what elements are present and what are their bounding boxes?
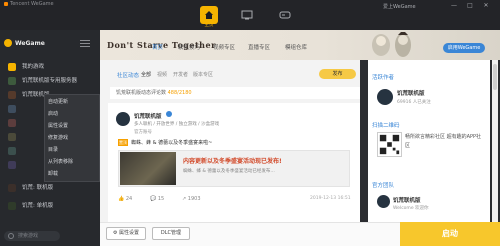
- character-art-icon: [372, 32, 411, 57]
- tab-live[interactable]: 直播专区: [248, 43, 270, 51]
- rail-qr-text: 畅所欲言精彩社区 超有趣的APP社区: [405, 134, 482, 149]
- feed-tab-version[interactable]: 版本专区: [193, 71, 213, 78]
- sidebar-game-label: 我的游戏: [22, 64, 45, 70]
- brand-label: Tencent WeGame: [10, 1, 54, 7]
- home-icon: [205, 11, 213, 19]
- search-icon: [8, 233, 14, 239]
- context-menu-item[interactable]: 目录: [48, 145, 58, 156]
- like-count: 24: [125, 196, 133, 202]
- game-icon: [8, 133, 16, 141]
- sidebar-game-label: 饥荒联机版专用服务器: [22, 78, 78, 84]
- game-icon: [8, 161, 16, 169]
- rail-team-sub: Welcome 欢迎你: [393, 206, 429, 211]
- rail-follow-title: 活跃作者: [372, 75, 395, 81]
- post-headline[interactable]: 蜘蛛、蜂 & 德蕾以及冬季盛宴来啦~: [131, 139, 212, 146]
- verified-icon: [166, 111, 172, 117]
- thumbs-up-icon: 👍: [118, 196, 126, 202]
- post-date: 2019-12-13 16:51: [310, 196, 351, 201]
- scrollbar-thumb[interactable]: [493, 64, 497, 90]
- list-view-icon[interactable]: [80, 40, 90, 47]
- post-link-title[interactable]: 内容更新以及冬季盛宴活动现已发布!: [183, 156, 282, 165]
- sidebar-logo-text: WeGame: [15, 40, 45, 47]
- sidebar-game-item[interactable]: 饥荒: 联机版: [0, 181, 100, 195]
- comment-count: 15: [157, 196, 165, 202]
- minimize-button[interactable]: —: [450, 2, 458, 10]
- context-menu-item[interactable]: 属性设置: [48, 121, 68, 132]
- context-menu-item[interactable]: 卸载: [48, 169, 58, 180]
- tab-videos[interactable]: 视频专区: [213, 43, 235, 51]
- feed-tab-all[interactable]: 全部: [141, 71, 151, 78]
- game-icon: [8, 91, 16, 99]
- share-count: 1903: [187, 196, 201, 202]
- game-search-placeholder: 搜索游戏: [18, 233, 39, 239]
- rail-team-title: 官方团队: [372, 183, 395, 189]
- maximize-button[interactable]: □: [466, 2, 474, 10]
- context-menu-item[interactable]: 启动: [48, 109, 58, 120]
- post-thumbnail-image: [120, 152, 176, 185]
- properties-button[interactable]: ⚙ 属性设置: [106, 227, 146, 240]
- tab-tips[interactable]: 联机技巧: [178, 43, 200, 51]
- qr-code-icon: [377, 132, 402, 157]
- wegame-logo-icon: [4, 39, 12, 47]
- tab-mods[interactable]: 模组仓库: [285, 43, 307, 51]
- game-icon: [8, 63, 16, 71]
- game-icon: [8, 77, 16, 85]
- post-subtitle: 多人联机 / 开放世界 / 独立游戏 / 沙盒游戏: [134, 122, 220, 127]
- sidebar-game-item[interactable]: 饥荒联机版专用服务器: [0, 74, 100, 88]
- game-icon: [8, 105, 16, 113]
- close-button[interactable]: ✕: [482, 2, 490, 10]
- feed-tab-video[interactable]: 视频: [157, 71, 167, 78]
- wegame-logo-icon: [4, 2, 8, 6]
- pinned-badge: 置顶: [118, 139, 128, 146]
- nav-gamepad-button[interactable]: [276, 6, 294, 24]
- context-menu-item[interactable]: 修复游戏: [48, 133, 68, 144]
- user-name[interactable]: 爱上WeGame: [383, 3, 416, 10]
- properties-label: 属性设置: [119, 230, 140, 236]
- like-stat[interactable]: 👍 24: [118, 196, 132, 202]
- feed-title: 社区动态: [117, 73, 140, 79]
- share-stat[interactable]: ↗ 1903: [182, 196, 201, 202]
- post-author[interactable]: 饥荒联机版: [134, 112, 162, 120]
- game-icon: [8, 147, 16, 155]
- nav-home-label: 主页: [204, 23, 214, 28]
- feed-notice-label: 饥荒联机版动态评论数: [116, 90, 167, 96]
- game-icon: [8, 202, 16, 210]
- gamepad-icon: [279, 11, 291, 19]
- rail-team-name[interactable]: 饥荒联机版: [393, 196, 421, 204]
- sidebar-game-label: 饥荒: 联机版: [22, 185, 54, 191]
- tv-icon: [241, 10, 253, 20]
- post-link-desc: 蜘蛛、蜂 & 德蕾以及冬季盛宴活动已经发布…: [183, 169, 275, 174]
- tab-home[interactable]: 首页: [152, 43, 163, 51]
- avatar[interactable]: [116, 112, 130, 126]
- rail-qr-title: 扫描二维码: [372, 123, 400, 129]
- sidebar-game-label: 饥荒: 单机版: [22, 203, 54, 209]
- feed-notice: 饥荒联机版动态评论数 488/2180: [110, 87, 360, 99]
- rail-author-stats: 69916 人已关注: [397, 100, 431, 105]
- comment-icon: 💬: [150, 196, 158, 202]
- comment-stat[interactable]: 💬 15: [150, 196, 164, 202]
- sidebar-game-item[interactable]: 饥荒: 单机版: [0, 199, 100, 213]
- feed-notice-count: 488/2180: [167, 90, 192, 96]
- context-menu-item[interactable]: 自动更新: [48, 97, 68, 108]
- game-icon: [8, 119, 16, 127]
- post-account-type: 官方账号: [134, 130, 152, 135]
- sidebar-game-item[interactable]: 我的游戏: [0, 60, 100, 74]
- rail-author-name[interactable]: 饥荒联机版: [397, 89, 425, 97]
- post-button[interactable]: 发布: [319, 69, 356, 79]
- follow-button[interactable]: 启用WeGame: [443, 43, 485, 53]
- context-menu-item[interactable]: 从列表移除: [48, 157, 73, 168]
- avatar[interactable]: [377, 195, 390, 208]
- launch-button[interactable]: 启动: [400, 222, 500, 246]
- game-icon: [8, 184, 16, 192]
- feed-tab-developer[interactable]: 开发者: [173, 71, 188, 78]
- avatar[interactable]: [377, 89, 393, 105]
- nav-tv-button[interactable]: [238, 6, 256, 24]
- dlc-button[interactable]: DLC管理: [152, 227, 190, 240]
